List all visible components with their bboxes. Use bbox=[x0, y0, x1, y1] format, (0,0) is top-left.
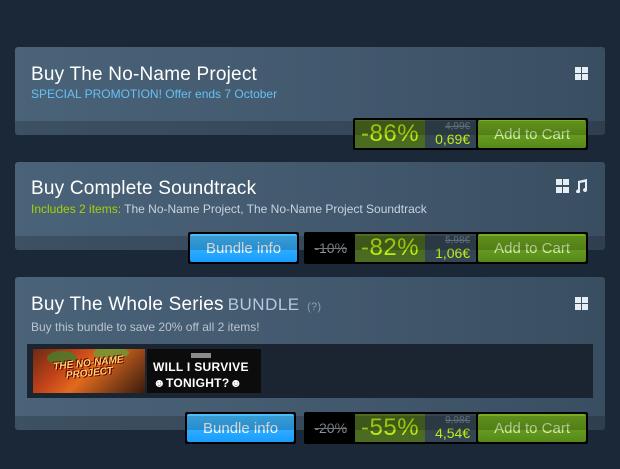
bundle-title: Buy The Whole Series bbox=[31, 294, 224, 315]
purchase-area: -10% -82% 5,98€ 1,06€ Add to Cart bbox=[304, 232, 588, 264]
game-capsule-no-name-project[interactable]: THE NO-NAME PROJECT bbox=[33, 349, 145, 393]
final-price: 1,06€ bbox=[435, 244, 471, 261]
bundle-info-button[interactable]: Bundle info bbox=[188, 232, 300, 264]
original-price: 4,99€ bbox=[445, 120, 471, 132]
discount-badge: -82% bbox=[355, 234, 426, 262]
promotion-text: SPECIAL PROMOTION! Offer ends 7 October bbox=[31, 87, 278, 101]
bundle-items-strip: THE NO-NAME PROJECT WILL I SURVIVE ☻TONI… bbox=[27, 344, 593, 398]
platform-icons bbox=[575, 297, 588, 310]
final-price: 4,54€ bbox=[435, 424, 471, 441]
discount-badge: -55% bbox=[355, 414, 426, 442]
bundle-discount: -10% bbox=[306, 234, 356, 262]
bundle-info-button[interactable]: Bundle info bbox=[185, 412, 297, 444]
skull-icon: ☻ bbox=[153, 376, 166, 390]
bundle-tag: BUNDLE bbox=[227, 295, 300, 314]
game-capsule-will-i-survive-tonight[interactable]: WILL I SURVIVE ☻TONIGHT?☻ bbox=[147, 349, 261, 393]
price-block: 9,98€ 4,54€ bbox=[425, 414, 477, 442]
card-title: Buy Complete Soundtrack bbox=[31, 178, 257, 199]
capsule-bar-decoration bbox=[191, 353, 211, 358]
capsule-title-line1: WILL I SURVIVE bbox=[153, 360, 249, 374]
purchase-card-whole-series: Buy The Whole Series BUNDLE (?) Buy this … bbox=[15, 277, 605, 444]
price-block: 5,98€ 1,06€ bbox=[425, 234, 477, 262]
includes-prefix: Includes 2 items: bbox=[31, 202, 122, 216]
bundle-info-label: Bundle info bbox=[190, 234, 298, 262]
add-to-cart-button[interactable]: Add to Cart bbox=[478, 234, 586, 262]
add-to-cart-button[interactable]: Add to Cart bbox=[478, 414, 586, 442]
windows-icon bbox=[575, 67, 588, 80]
discount-badge: -86% bbox=[355, 120, 426, 148]
includes-text: Includes 2 items: The No-Name Project, T… bbox=[31, 202, 427, 216]
card-title: Buy The Whole Series BUNDLE (?) bbox=[31, 294, 321, 316]
purchase-card-no-name-project: Buy The No-Name Project SPECIAL PROMOTIO… bbox=[15, 47, 605, 150]
platform-icons bbox=[556, 179, 588, 193]
original-price: 9,98€ bbox=[445, 414, 471, 426]
skull-icon: ☻ bbox=[229, 376, 243, 390]
purchase-area: -20% -55% 9,98€ 4,54€ Add to Cart bbox=[304, 412, 588, 444]
capsule-title-line2: ☻TONIGHT?☻ bbox=[153, 376, 243, 390]
windows-icon bbox=[575, 297, 588, 310]
windows-icon bbox=[556, 179, 569, 193]
purchase-area: -86% 4,99€ 0,69€ Add to Cart bbox=[353, 118, 588, 150]
bundle-description: Buy this bundle to save 20% off all 2 it… bbox=[31, 320, 260, 334]
bundle-help-link[interactable]: (?) bbox=[307, 301, 321, 313]
includes-items: The No-Name Project, The No-Name Project… bbox=[124, 202, 427, 216]
original-price: 5,98€ bbox=[445, 234, 471, 246]
add-to-cart-button[interactable]: Add to Cart bbox=[478, 120, 586, 148]
price-block: 4,99€ 0,69€ bbox=[425, 120, 477, 148]
card-title: Buy The No-Name Project bbox=[31, 64, 258, 85]
final-price: 0,69€ bbox=[435, 130, 471, 147]
bundle-info-label: Bundle info bbox=[187, 414, 295, 442]
bundle-discount: -20% bbox=[306, 414, 356, 442]
music-icon bbox=[576, 179, 588, 193]
platform-icons bbox=[575, 67, 588, 80]
purchase-card-complete-soundtrack: Buy Complete Soundtrack Includes 2 items… bbox=[15, 162, 605, 264]
